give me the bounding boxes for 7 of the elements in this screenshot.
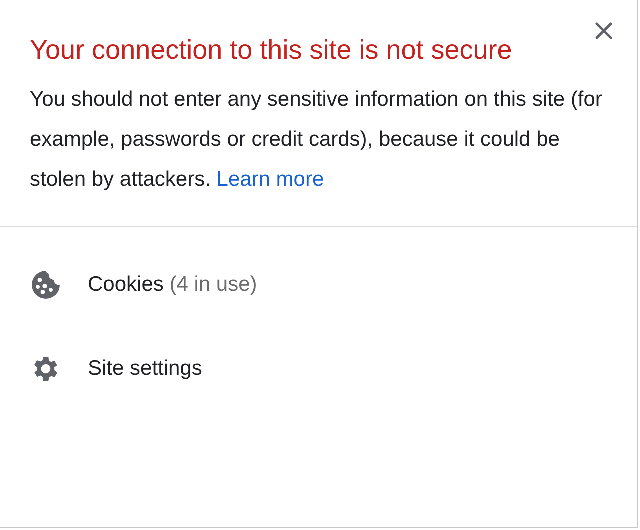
cookie-icon bbox=[30, 269, 62, 301]
learn-more-link[interactable]: Learn more bbox=[216, 168, 324, 191]
dialog-title: Your connection to this site is not secure bbox=[30, 34, 514, 67]
site-settings-item[interactable]: Site settings bbox=[0, 327, 637, 411]
warning-message: You should not enter any sensitive information on this site (for example, passwords or credit cards), because it could be stolen by attackers. Learn more bbox=[30, 87, 604, 193]
cookies-item[interactable]: Cookies (4 in use) bbox=[0, 243, 637, 327]
close-button[interactable] bbox=[593, 20, 615, 42]
